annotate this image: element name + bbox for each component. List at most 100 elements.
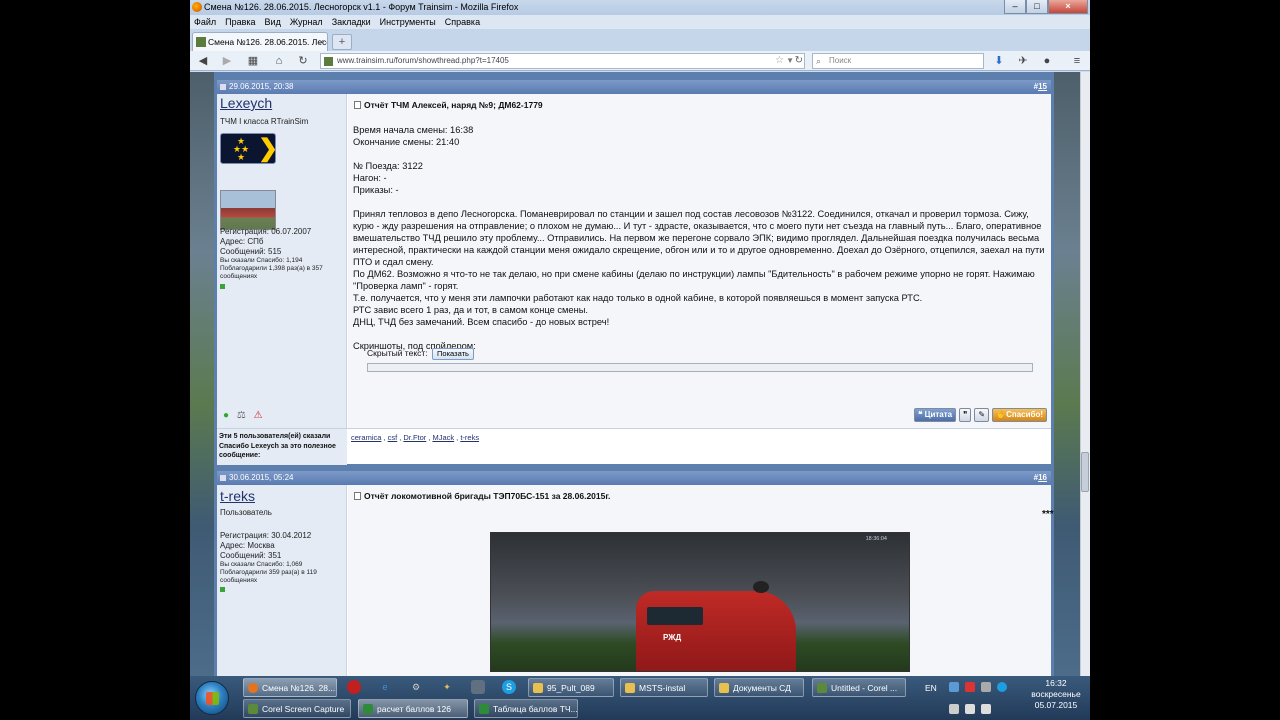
new-tab-button[interactable]: + — [332, 34, 352, 50]
spreadsheet-icon — [479, 704, 489, 714]
thanks-button[interactable]: ✋Спасибо! — [992, 408, 1047, 422]
share-icon[interactable]: ✈ — [1014, 53, 1032, 69]
close-button[interactable]: × — [1048, 0, 1088, 14]
thanked-user-link[interactable]: ceramica — [351, 433, 381, 442]
username-link[interactable]: t-reks — [220, 488, 255, 504]
app-icon[interactable]: ✦ — [440, 680, 454, 694]
avatar[interactable] — [220, 190, 276, 230]
nav-bar: ◀ ▶ ▦ ⌂ ↻ www.trainsim.ru/forum/showthre… — [190, 51, 1090, 71]
taskbar-item-spreadsheet[interactable]: Таблица баллов ТЧ... — [474, 699, 578, 718]
url-reload-icon[interactable]: ↻ — [795, 54, 803, 68]
post-content-column: Отчёт ТЧМ Алексей, наряд №9; ДМ62-1779 В… — [348, 94, 1051, 428]
search-icon: ⌕ — [816, 56, 822, 66]
said-thanks: Вы сказали Спасибо: 1,069 — [220, 561, 303, 568]
thanked-user-link[interactable]: Dr.Ftor — [403, 433, 426, 442]
post-actions: ❝ Цитата ❞ ✎ ✋Спасибо! — [914, 408, 1047, 422]
multiquote-button[interactable]: ❞ — [959, 408, 972, 422]
tab-forum-thread[interactable]: Смена №126. 28.06.2015. Лесо... × — [192, 32, 328, 51]
taskbar-item-corel-capture[interactable]: Corel Screen Capture — [243, 699, 351, 718]
locomotive-cab-window — [647, 607, 703, 625]
thanked-users: ceramica, csf, Dr.Ftor, MJack, t-reks — [351, 433, 480, 442]
minimize-button[interactable]: – — [1004, 0, 1026, 14]
thanked-count: Поблагодарили 359 раз(а) в 119 сообщения… — [220, 569, 317, 584]
user-info-column: Lexeych ТЧМ I класса RTrainSim ★ ★★ ★ ❯ … — [217, 94, 347, 428]
quote-button[interactable]: ❝ Цитата — [914, 408, 957, 422]
quick-reply-button[interactable]: ✎ — [974, 408, 990, 422]
forward-icon[interactable]: ▶ — [218, 53, 236, 69]
show-hidden-icon[interactable] — [949, 704, 959, 714]
thanked-count: Поблагодарили 1,398 раз(а) в 357 сообщен… — [220, 265, 323, 280]
tray-app-icon[interactable] — [949, 682, 959, 692]
reload-icon[interactable]: ↻ — [294, 53, 312, 69]
taskbar-item-label: Таблица баллов ТЧ... — [493, 704, 578, 714]
menu-edit[interactable]: Правка — [225, 15, 255, 29]
back-icon[interactable]: ◀ — [194, 53, 212, 69]
menu-bookmarks[interactable]: Закладки — [332, 15, 371, 29]
tray-app-icon[interactable] — [965, 682, 975, 692]
user-stats: Регистрация: 30.04.2012 Адрес: Москва Со… — [220, 531, 344, 585]
menu-help[interactable]: Справка — [445, 15, 480, 29]
quote-label: Цитата — [924, 410, 953, 419]
search-input[interactable]: ⌕ Поиск — [812, 53, 984, 69]
separator-text: *** — [1042, 509, 1054, 520]
url-bar[interactable]: www.trainsim.ru/forum/showthread.php?t=1… — [320, 53, 805, 69]
screenshot-image[interactable]: 18:36:04 РЖД — [490, 532, 910, 672]
app-icon[interactable]: ⚙ — [409, 680, 423, 694]
post-header: 29.06.2015, 20:38 #15 — [217, 80, 1051, 94]
page-scrollbar[interactable] — [1080, 72, 1090, 676]
tabgroups-icon[interactable]: ▦ — [244, 53, 262, 69]
menu-tools[interactable]: Инструменты — [380, 15, 436, 29]
taskbar-item-folder[interactable]: 95_Pult_089 — [528, 678, 614, 697]
rzd-logo: РЖД — [663, 633, 682, 642]
reputation-scale-icon[interactable]: ⚖ — [237, 410, 246, 421]
post-date: 30.06.2015, 05:24 — [229, 473, 294, 482]
clock-date: 05.07.2015 — [1034, 700, 1078, 710]
screenshot-clock: 18:36:04 — [865, 536, 887, 542]
thanked-user-link[interactable]: MJack — [432, 433, 454, 442]
opera-icon[interactable] — [347, 680, 361, 694]
app-icon[interactable] — [471, 680, 485, 694]
chat-icon[interactable]: ● — [1038, 53, 1056, 69]
bookmark-star-icon[interactable]: ☆ — [775, 54, 784, 68]
clock[interactable]: 16:32 воскресенье 05.07.2015 — [1026, 678, 1086, 711]
post-date-icon — [220, 475, 226, 481]
post-body: t-reks Пользователь Регистрация: 30.04.2… — [217, 485, 1054, 676]
window-title: Смена №126. 28.06.2015. Лесногорск v1.1 … — [204, 2, 519, 12]
url-dropdown-icon[interactable]: ▼ — [786, 54, 794, 68]
tray-app-icon[interactable] — [981, 682, 991, 692]
downloads-icon[interactable]: ⬇ — [990, 53, 1008, 69]
tray-app-icon[interactable] — [997, 682, 1007, 692]
username-link[interactable]: Lexeych — [220, 95, 272, 111]
language-indicator[interactable]: EN — [925, 683, 937, 693]
thanked-user-link[interactable]: t-reks — [460, 433, 479, 442]
search-placeholder: Поиск — [829, 56, 852, 65]
thanked-user-link[interactable]: csf — [388, 433, 398, 442]
windows-logo-icon — [206, 692, 219, 705]
network-icon[interactable] — [965, 704, 975, 714]
report-warning-icon[interactable]: ⚠ — [254, 410, 263, 421]
taskbar-item-firefox[interactable]: Смена №126. 28... — [243, 678, 337, 697]
volume-icon[interactable] — [981, 704, 991, 714]
taskbar-item-spreadsheet[interactable]: расчет баллов 126 — [358, 699, 468, 718]
post-number-link[interactable]: 16 — [1038, 473, 1047, 482]
maximize-button[interactable]: □ — [1026, 0, 1048, 14]
home-icon[interactable]: ⌂ — [270, 53, 288, 69]
hamburger-menu-icon[interactable]: ≡ — [1068, 53, 1086, 69]
taskbar-item-folder[interactable]: MSTS-instal — [620, 678, 708, 697]
start-button[interactable] — [195, 681, 229, 715]
post-number-link[interactable]: 15 — [1038, 82, 1047, 91]
taskbar-item-corel[interactable]: Untitled - Corel ... — [812, 678, 906, 697]
post-title-text: Отчёт ТЧМ Алексей, наряд №9; ДМ62-1779 — [364, 100, 543, 110]
folder-icon — [719, 683, 729, 693]
taskbar-item-folder[interactable]: Документы СД — [714, 678, 804, 697]
corel-icon — [817, 683, 827, 693]
menu-file[interactable]: Файл — [194, 15, 216, 29]
menu-view[interactable]: Вид — [265, 15, 281, 29]
clock-time: 16:32 — [1045, 678, 1067, 688]
skype-icon[interactable]: S — [502, 680, 516, 694]
spoiler-show-button[interactable]: Показать — [432, 348, 474, 360]
scrollbar-thumb[interactable] — [1081, 452, 1089, 492]
menu-history[interactable]: Журнал — [290, 15, 323, 29]
tab-close-icon[interactable]: × — [319, 33, 324, 51]
ie-icon[interactable]: e — [378, 680, 392, 694]
